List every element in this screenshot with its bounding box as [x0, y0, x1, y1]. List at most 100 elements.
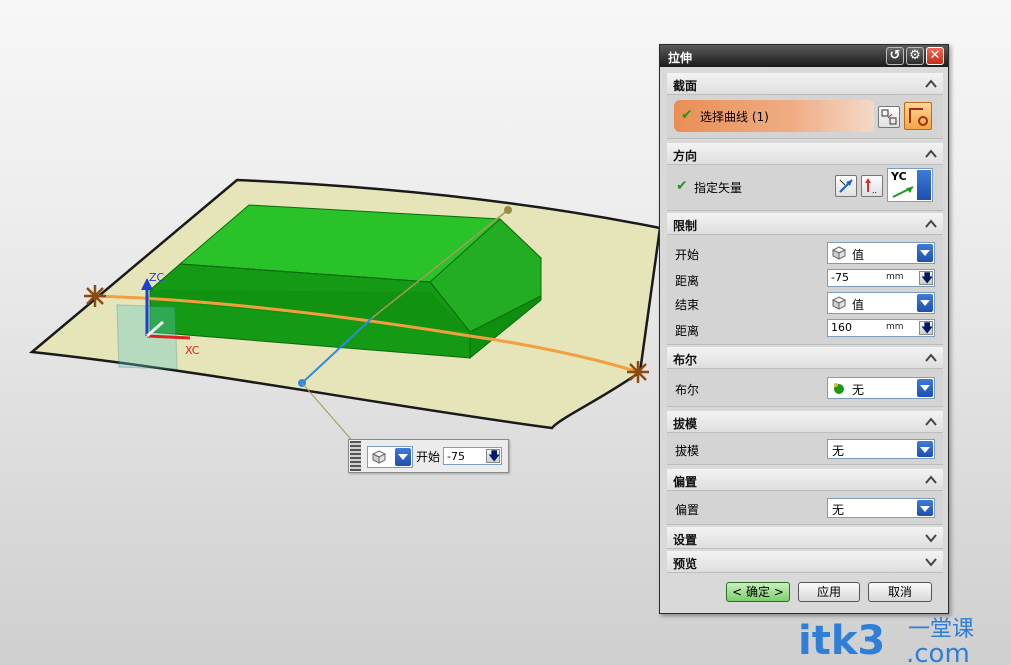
vector-end-handle[interactable]	[504, 206, 512, 214]
select-curve-row[interactable]: ✔ 选择曲线 (1)	[674, 100, 874, 132]
close-icon[interactable]: ✕	[926, 47, 944, 65]
section-body-boolean: 布尔 无	[667, 369, 943, 407]
sketch-section-icon[interactable]	[878, 106, 900, 128]
ok-button[interactable]: < 确定 >	[726, 582, 790, 602]
watermark-domain: .com	[906, 639, 970, 664]
chevron-down-icon[interactable]	[917, 170, 931, 200]
section-title: 限制	[673, 219, 698, 233]
gear-icon[interactable]: ⚙	[906, 47, 924, 65]
extrude-dialog: 拉伸 ↺ ⚙ ✕ 截面 ✔ 选择曲线 (1) 方向 ✔ 指定矢量 .. YC 限…	[659, 44, 949, 614]
site-watermark-logo: itk3 一堂课 .com	[798, 617, 974, 664]
cancel-button[interactable]: 取消	[868, 582, 932, 602]
arrow-down-icon[interactable]	[919, 269, 933, 290]
float-start-distance-value: -75	[447, 450, 465, 463]
section-title: 拔模	[673, 417, 698, 431]
check-icon: ✔	[676, 178, 688, 194]
apply-button[interactable]: 应用	[798, 582, 860, 602]
section-body-direction: ✔ 指定矢量 .. YC	[667, 165, 943, 211]
offset-label: 偏置	[675, 503, 700, 517]
section-header-curve[interactable]: 截面	[667, 73, 943, 95]
chevron-down-icon[interactable]	[917, 244, 933, 262]
section-header-limits[interactable]: 限制	[667, 213, 943, 235]
end-distance-input[interactable]: 160 mm	[827, 319, 935, 340]
section-title: 设置	[673, 533, 698, 547]
chevron-down-icon[interactable]	[917, 379, 933, 397]
vector-option-value: YC	[891, 170, 907, 183]
chevron-up-icon[interactable]	[923, 216, 939, 232]
section-header-offset[interactable]: 偏置	[667, 469, 943, 491]
draft-label: 拔模	[675, 444, 700, 458]
curve-end-marker[interactable]	[627, 361, 649, 383]
start-label: 开始	[675, 248, 700, 262]
boolean-select[interactable]: 无	[827, 377, 935, 399]
offset-value: 无	[832, 503, 845, 517]
vector-option-select[interactable]: YC	[887, 168, 933, 202]
chevron-down-icon[interactable]	[923, 530, 939, 546]
chevron-down-icon[interactable]	[917, 294, 933, 312]
axis-xc-label: XC	[185, 344, 200, 357]
specify-vector-label: 指定矢量	[694, 181, 743, 195]
axis-zc-label: ZC	[149, 271, 165, 284]
section-header-preview[interactable]: 预览	[667, 551, 943, 573]
curve-start-marker[interactable]	[84, 285, 106, 307]
chevron-up-icon[interactable]	[923, 472, 939, 488]
section-title: 偏置	[673, 475, 698, 489]
draft-value: 无	[832, 444, 845, 458]
end-distance-unit: mm	[886, 322, 904, 332]
dialog-title: 拉伸	[668, 51, 693, 65]
chevron-up-icon[interactable]	[923, 414, 939, 430]
boolean-label: 布尔	[675, 383, 700, 397]
dialog-titlebar[interactable]: 拉伸 ↺ ⚙ ✕	[660, 45, 948, 67]
float-start-label: 开始	[416, 450, 441, 464]
end-option-value: 值	[852, 298, 865, 312]
watermark-brand: itk3	[798, 618, 885, 664]
toolbar-grip-handle[interactable]	[350, 441, 361, 471]
float-start-toolbar[interactable]: 开始 -75	[348, 439, 509, 473]
chevron-up-icon[interactable]	[923, 350, 939, 366]
section-header-settings[interactable]: 设置	[667, 527, 943, 549]
vector-arrow-icon	[892, 186, 914, 198]
chevron-down-icon[interactable]	[923, 554, 939, 570]
end-label: 结束	[675, 298, 700, 312]
arrow-down-icon[interactable]	[919, 319, 933, 340]
section-title: 预览	[673, 557, 698, 571]
chevron-down-icon[interactable]	[917, 500, 933, 516]
select-curve-label: 选择曲线 (1)	[700, 110, 769, 124]
chevron-up-icon[interactable]	[923, 146, 939, 162]
start-option-select[interactable]: 值	[827, 242, 935, 264]
end-distance-value: 160	[831, 321, 852, 334]
float-start-distance-input[interactable]: -75	[443, 447, 502, 468]
arrow-down-icon[interactable]	[486, 447, 500, 468]
chevron-down-icon[interactable]	[395, 448, 411, 466]
value-cube-icon	[832, 246, 846, 260]
boolean-none-icon	[834, 383, 844, 394]
offset-select[interactable]: 无	[827, 498, 935, 518]
reverse-direction-icon[interactable]	[835, 175, 857, 197]
start-distance-input[interactable]: -75 mm	[827, 269, 935, 290]
draft-select[interactable]: 无	[827, 439, 935, 459]
section-header-direction[interactable]: 方向	[667, 143, 943, 165]
dialog-footer: < 确定 > 应用 取消	[667, 578, 943, 608]
chevron-up-icon[interactable]	[923, 76, 939, 92]
end-option-select[interactable]: 值	[827, 292, 935, 314]
section-header-draft[interactable]: 拔模	[667, 411, 943, 433]
curve-select-icon[interactable]	[904, 102, 932, 130]
section-title: 布尔	[673, 353, 698, 367]
value-cube-icon	[832, 296, 846, 310]
start-option-value: 值	[852, 248, 865, 262]
float-start-type-select[interactable]	[367, 446, 413, 468]
section-title: 方向	[673, 149, 698, 163]
section-body-offset: 偏置 无	[667, 491, 943, 525]
vector-dialog-icon[interactable]: ..	[861, 175, 883, 197]
start-distance-unit: mm	[886, 272, 904, 282]
check-icon: ✔	[681, 107, 693, 123]
end-distance-label: 距离	[675, 324, 700, 338]
section-body-limits: 开始 值 距离 -75 mm 结束 值 距离	[667, 235, 943, 345]
svg-text:..: ..	[872, 186, 877, 195]
boolean-value: 无	[852, 383, 865, 397]
chevron-down-icon[interactable]	[917, 441, 933, 457]
start-distance-value: -75	[831, 271, 849, 284]
section-header-boolean[interactable]: 布尔	[667, 347, 943, 369]
reset-icon[interactable]: ↺	[886, 47, 904, 65]
section-body-draft: 拔模 无	[667, 433, 943, 465]
